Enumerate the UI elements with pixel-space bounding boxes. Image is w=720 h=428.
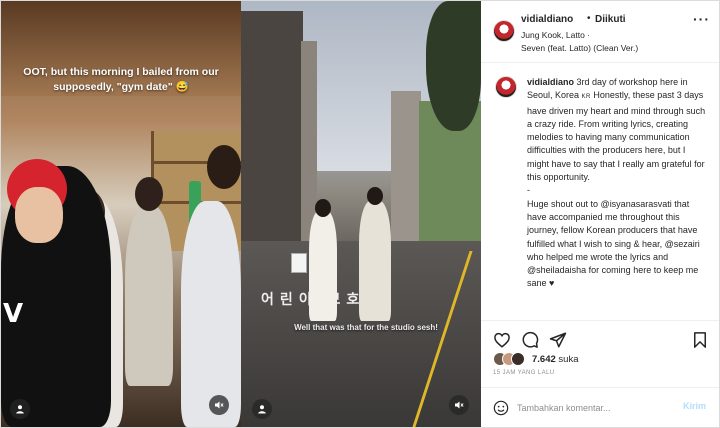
emoji-icon[interactable] <box>493 400 509 416</box>
speaker-muted-icon <box>455 401 464 409</box>
comment-input[interactable] <box>517 400 677 416</box>
post-timestamp[interactable]: 15 JAM YANG LALU <box>493 370 555 376</box>
avatar[interactable] <box>493 20 515 42</box>
video-panel-right[interactable]: 어린이 보호 Well that was that for the studio… <box>241 1 481 427</box>
post-media[interactable]: V OOT, but this morning I bailed from ou… <box>1 1 481 427</box>
add-comment-bar: Kirim <box>481 387 719 427</box>
scene-person <box>181 201 241 427</box>
follow-status-button[interactable]: Diikuti <box>595 14 626 25</box>
scene-building <box>391 91 421 251</box>
scene-person-head <box>135 177 163 211</box>
scene-person-face <box>15 187 63 243</box>
more-options-button[interactable]: ··· <box>693 11 710 27</box>
mute-button[interactable] <box>449 395 469 415</box>
likes-count[interactable]: 7.642 suka <box>532 354 579 365</box>
share-icon[interactable] <box>549 331 567 349</box>
audio-track[interactable]: Seven (feat. Latto) (Clean Ver.) <box>521 43 638 53</box>
scene-tree <box>426 1 481 131</box>
post-header: vidialdiano • Diikuti Jung Kook, Latto ·… <box>481 1 719 63</box>
scene-person-head <box>207 145 241 189</box>
post-sidebar: vidialdiano • Diikuti Jung Kook, Latto ·… <box>481 1 719 427</box>
avatar[interactable] <box>495 76 517 98</box>
likes-summary[interactable]: 7.642 suka <box>493 351 579 367</box>
speaker-muted-icon <box>215 401 224 409</box>
scene-walker <box>359 201 391 321</box>
scene-building <box>241 11 303 251</box>
tagged-user-button[interactable] <box>10 399 30 419</box>
liker-avatar <box>511 352 525 366</box>
video-caption: OOT, but this morning I bailed from our … <box>23 66 219 94</box>
heart-icon[interactable] <box>493 331 511 349</box>
scene-walker-head <box>315 199 331 217</box>
caption-text: Huge shout out to @isyanasarasvati that … <box>527 198 700 289</box>
scene-shopping-bag <box>291 253 307 273</box>
video-subtitle: Well that was that for the studio sesh! <box>294 323 438 332</box>
post-comment-button[interactable]: Kirim <box>683 401 706 411</box>
audio-artist[interactable]: Jung Kook, Latto · <box>521 30 590 40</box>
user-icon <box>16 405 24 414</box>
shirt-print: V <box>3 299 24 329</box>
caption-username[interactable]: vidialdiano <box>527 77 574 87</box>
header-username[interactable]: vidialdiano <box>521 14 573 25</box>
bookmark-icon[interactable] <box>691 331 709 349</box>
caption-dash: - <box>527 185 530 196</box>
scene-person <box>125 206 173 386</box>
video-panel-left[interactable]: V OOT, but this morning I bailed from ou… <box>1 1 241 427</box>
comment-icon[interactable] <box>521 331 539 349</box>
user-icon <box>258 405 266 414</box>
tagged-user-button[interactable] <box>252 399 272 419</box>
mute-button[interactable] <box>209 395 229 415</box>
flag-kr: KR <box>581 94 591 101</box>
scene-walker <box>309 211 337 321</box>
caption-text: Honestly, these past 3 days have driven … <box>527 90 706 183</box>
header-separator: • <box>587 13 591 24</box>
scene-walker-head <box>367 187 383 205</box>
post-caption: vidialdiano 3rd day of workshop here in … <box>527 76 707 291</box>
caption-area: vidialdiano 3rd day of workshop here in … <box>481 64 719 320</box>
